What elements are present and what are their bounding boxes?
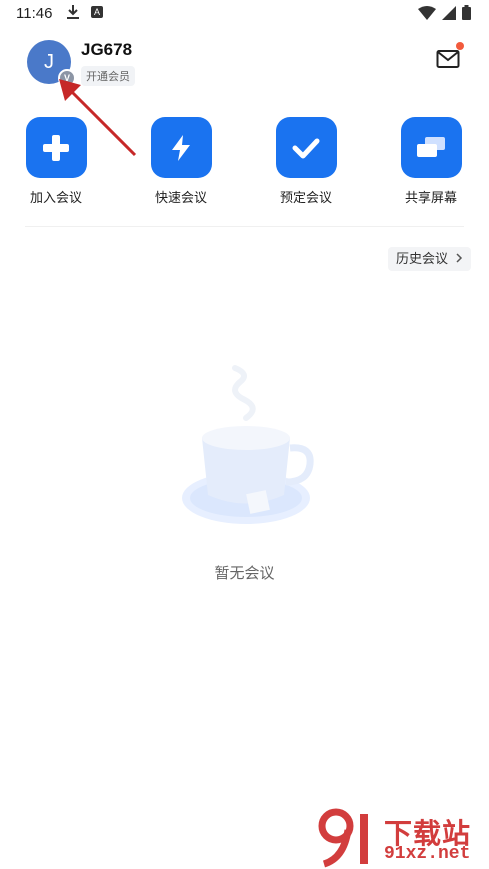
share-screen-label: 共享屏幕 [404, 190, 457, 205]
share-screen-button[interactable]: 共享屏幕 [386, 117, 476, 206]
plus-icon [25, 117, 87, 178]
quick-meeting-label: 快速会议 [154, 190, 207, 205]
check-icon [275, 117, 337, 178]
history-meetings-label: 历史会议 [396, 251, 449, 266]
wifi-icon [418, 5, 436, 20]
mail-icon[interactable] [436, 48, 460, 70]
watermark-url: 91xz.net [384, 844, 471, 864]
quick-actions: 加入会议 快速会议 预定会议 共享屏幕 [0, 117, 489, 212]
quick-meeting-button[interactable]: 快速会议 [136, 117, 226, 206]
status-time: 11:46 [16, 5, 53, 22]
lightning-icon [150, 117, 212, 178]
screen-share-icon [400, 117, 462, 178]
battery-icon [462, 5, 471, 20]
status-bar: 11:46 A [0, 0, 489, 28]
join-meeting-button[interactable]: 加入会议 [11, 117, 101, 206]
notification-dot [456, 42, 464, 50]
download-icon [67, 5, 79, 19]
empty-state-text: 暂无会议 [214, 565, 275, 582]
schedule-meeting-label: 预定会议 [279, 190, 332, 205]
watermark-logo-icon [318, 808, 368, 868]
chevron-right-icon [456, 253, 462, 263]
app-notification-icon: A [91, 6, 103, 18]
coffee-cup-icon [182, 365, 314, 524]
divider [25, 226, 464, 227]
join-meeting-label: 加入会议 [29, 190, 82, 205]
username: JG678 [81, 40, 133, 59]
status-right-icons [418, 5, 471, 20]
schedule-meeting-button[interactable]: 预定会议 [261, 117, 351, 206]
signal-icon [442, 5, 456, 20]
history-meetings-button[interactable]: 历史会议 [388, 247, 471, 271]
